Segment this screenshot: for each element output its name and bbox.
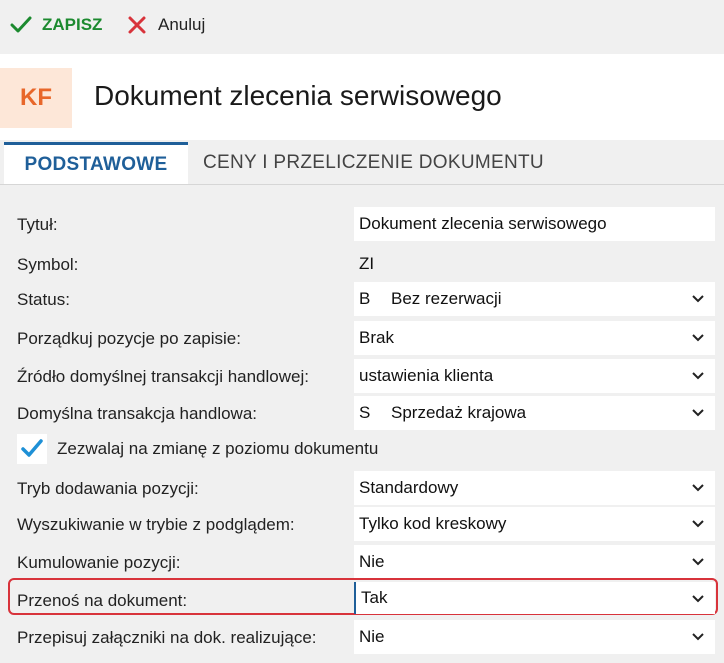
default-transaction-source-select[interactable]: ustawienia klienta (354, 359, 715, 393)
tab-bar: PODSTAWOWE CENY I PRZELICZENIE DOKUMENTU (0, 140, 724, 184)
transfer-to-doc-value: Tak (361, 588, 388, 607)
symbol-value: ZI (359, 254, 375, 273)
chevron-down-icon (692, 334, 704, 342)
allow-change-row: Zezwalaj na zmianę z poziomu dokumentu (17, 434, 378, 464)
save-label: ZAPISZ (42, 15, 103, 34)
avatar: KF (0, 68, 72, 128)
allow-change-checkbox[interactable] (17, 434, 47, 464)
status-select[interactable]: B Bez rezerwacji (354, 282, 715, 316)
add-mode-select[interactable]: Standardowy (354, 471, 715, 505)
default-transaction-source-value: ustawienia klienta (359, 366, 494, 385)
chevron-down-icon (692, 409, 704, 417)
copy-attachments-value: Nie (359, 627, 385, 646)
order-after-save-select[interactable]: Brak (354, 321, 715, 355)
default-transaction-select[interactable]: S Sprzedaż krajowa (354, 396, 715, 430)
chevron-down-icon (692, 484, 704, 492)
chevron-down-icon (692, 295, 704, 303)
transfer-to-doc-label: Przenoś na dokument: (17, 591, 188, 610)
cancel-label: Anuluj (158, 15, 206, 34)
cancel-button[interactable]: Anuluj (126, 14, 205, 36)
order-after-save-label: Porządkuj pozycje po zapisie: (17, 329, 241, 348)
chevron-down-icon (692, 595, 704, 603)
title-input[interactable]: Dokument zlecenia serwisowego (354, 207, 715, 241)
save-button[interactable]: ZAPISZ (10, 14, 102, 36)
copy-attachments-select[interactable]: Nie (354, 620, 715, 654)
tab-basic[interactable]: PODSTAWOWE (4, 142, 188, 184)
search-preview-label: Wyszukiwanie w trybie z podglądem: (17, 515, 295, 534)
accumulate-label: Kumulowanie pozycji: (17, 553, 181, 572)
default-transaction-label: Domyślna transakcja handlowa: (17, 404, 258, 423)
transfer-to-doc-select[interactable]: Tak (354, 582, 715, 614)
search-preview-select[interactable]: Tylko kod kreskowy (354, 507, 715, 541)
accumulate-value: Nie (359, 552, 385, 571)
chevron-down-icon (692, 372, 704, 380)
symbol-field: ZI (354, 247, 715, 281)
title-label: Tytuł: (17, 215, 58, 234)
document-header: KF Dokument zlecenia serwisowego (0, 54, 724, 140)
status-value: Bez rezerwacji (391, 289, 502, 308)
close-icon (128, 16, 146, 34)
toolbar: ZAPISZ Anuluj (0, 0, 724, 54)
allow-change-label: Zezwalaj na zmianę z poziomu dokumentu (57, 439, 379, 458)
chevron-down-icon (692, 633, 704, 641)
chevron-down-icon (692, 520, 704, 528)
symbol-label: Symbol: (17, 255, 79, 274)
add-mode-value: Standardowy (359, 478, 459, 497)
add-mode-label: Tryb dodawania pozycji: (17, 479, 199, 498)
default-transaction-value: Sprzedaż krajowa (391, 403, 527, 422)
check-icon (10, 16, 32, 33)
search-preview-value: Tylko kod kreskowy (359, 514, 507, 533)
order-after-save-value: Brak (359, 328, 394, 347)
status-code: B (359, 289, 371, 308)
status-label: Status: (17, 290, 70, 309)
default-transaction-source-label: Źródło domyślnej transakcji handlowej: (17, 367, 309, 386)
chevron-down-icon (692, 558, 704, 566)
page-title: Dokument zlecenia serwisowego (94, 80, 502, 111)
checkmark-icon (21, 439, 43, 457)
copy-attachments-label: Przepisuj załączniki na dok. realizujące… (17, 628, 317, 647)
default-transaction-code: S (359, 403, 371, 422)
title-value: Dokument zlecenia serwisowego (359, 214, 607, 233)
accumulate-select[interactable]: Nie (354, 545, 715, 579)
tab-prices-and-recalculation[interactable]: CENY I PRZELICZENIE DOKUMENTU (203, 142, 544, 184)
